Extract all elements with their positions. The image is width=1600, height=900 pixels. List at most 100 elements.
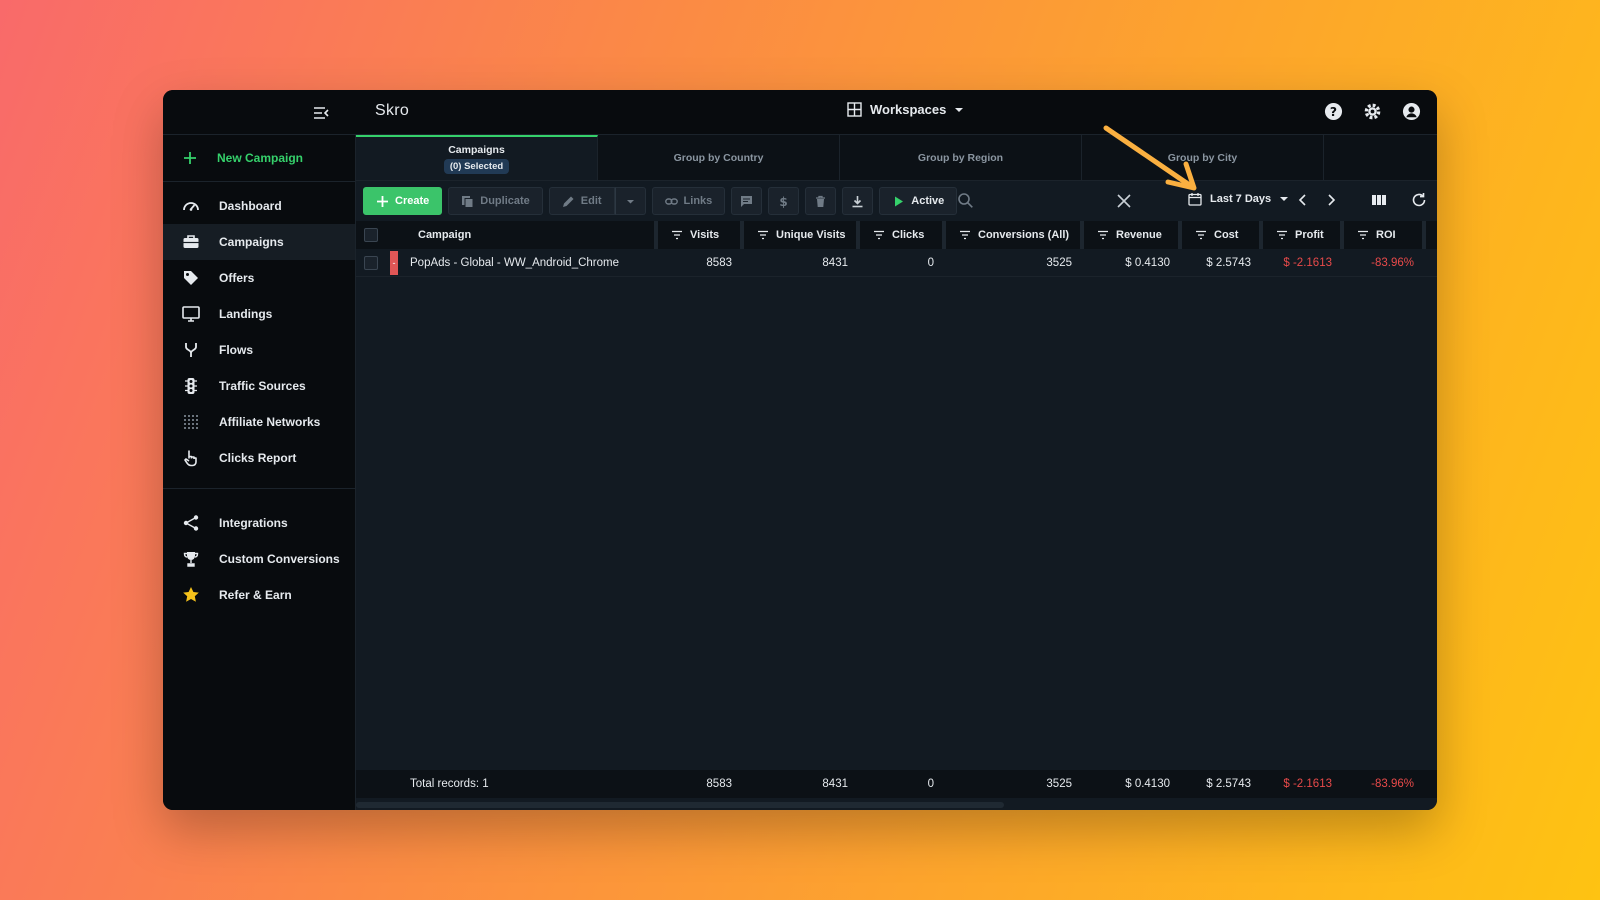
total-roi: -83.96% [1371, 778, 1414, 790]
brand-logo[interactable]: Skro [375, 102, 409, 120]
column-resizer[interactable] [1422, 221, 1426, 249]
cell-clicks: 0 [927, 257, 934, 269]
select-all-checkbox[interactable] [364, 228, 378, 242]
links-label: Links [683, 195, 713, 207]
tab-group-by-region[interactable]: Group by Region [840, 135, 1082, 180]
column-header-campaign[interactable]: Campaign [418, 221, 471, 249]
account-icon[interactable] [1402, 102, 1421, 121]
column-header-cost[interactable]: Cost [1196, 221, 1238, 249]
update-cost-button[interactable]: $ [768, 187, 800, 215]
new-campaign-label: New Campaign [217, 151, 304, 165]
sidebar-item-landings[interactable]: Landings [163, 296, 355, 332]
pointer-hand-icon [184, 450, 197, 467]
help-icon[interactable]: ? [1324, 102, 1343, 121]
sidebar-item-label: Affiliate Networks [219, 415, 321, 429]
total-cost: $ 2.5743 [1206, 778, 1251, 790]
sidebar-item-offers[interactable]: Offers [163, 260, 355, 296]
sidebar-item-integrations[interactable]: Integrations [163, 505, 355, 541]
edit-split-button: Edit [548, 187, 646, 215]
new-campaign-button[interactable]: New Campaign [163, 135, 355, 182]
briefcase-icon [183, 235, 199, 248]
filter-icon [1196, 230, 1206, 240]
sidebar-item-label: Custom Conversions [219, 552, 340, 566]
share-icon [183, 515, 199, 531]
edit-button[interactable]: Edit [548, 187, 615, 215]
select-all-checkbox-wrap [364, 221, 378, 249]
links-button[interactable]: Links [651, 187, 726, 215]
tab-label: Group by Region [917, 151, 1004, 164]
plus-icon [184, 152, 196, 164]
menu-collapse-icon[interactable] [312, 104, 330, 122]
cell-campaign-name[interactable]: PopAds - Global - WW_Android_Chrome [410, 249, 619, 277]
sidebar-item-refer-earn[interactable]: Refer & Earn [163, 577, 355, 613]
filter-icon [1098, 230, 1108, 240]
caret-down-icon [1280, 197, 1289, 201]
traffic-light-icon [185, 378, 197, 394]
create-label: Create [395, 195, 430, 207]
dollar-icon: $ [780, 195, 788, 208]
notes-button[interactable] [731, 187, 763, 215]
status-filter-button[interactable]: Active [879, 187, 958, 215]
sidebar-item-dashboard[interactable]: Dashboard [163, 188, 355, 224]
duplicate-label: Duplicate [480, 195, 530, 207]
star-icon [183, 587, 199, 602]
sidebar-item-custom-conversions[interactable]: Custom Conversions [163, 541, 355, 577]
sidebar-item-affiliate-networks[interactable]: Affiliate Networks [163, 404, 355, 440]
filter-icon [874, 230, 884, 240]
column-resizer[interactable] [1080, 221, 1084, 249]
column-resizer[interactable] [654, 221, 658, 249]
column-header-roi[interactable]: ROI [1358, 221, 1396, 249]
comment-icon [741, 195, 753, 207]
delete-button[interactable] [805, 187, 837, 215]
create-button[interactable]: Create [363, 187, 443, 215]
column-header-revenue[interactable]: Revenue [1098, 221, 1162, 249]
sidebar-item-label: Landings [219, 307, 273, 321]
tab-bar: Campaigns (0) Selected Group by Country … [356, 135, 1437, 181]
column-header-conversions[interactable]: Conversions (All) [960, 221, 1069, 249]
sidebar-item-label: Clicks Report [219, 451, 297, 465]
horizontal-scrollbar[interactable] [356, 802, 1004, 808]
filter-icon [758, 230, 768, 240]
sidebar-item-flows[interactable]: Flows [163, 332, 355, 368]
workspaces-dropdown[interactable]: Workspaces [847, 102, 964, 117]
columns-icon[interactable] [1371, 192, 1387, 208]
sidebar-item-clicks-report[interactable]: Clicks Report [163, 440, 355, 476]
tab-campaigns[interactable]: Campaigns (0) Selected [356, 135, 598, 180]
column-resizer[interactable] [856, 221, 860, 249]
row-checkbox[interactable] [364, 256, 378, 270]
grid-icon [847, 102, 862, 117]
tab-group-by-country[interactable]: Group by Country [598, 135, 840, 180]
sidebar-item-label: Traffic Sources [219, 379, 306, 393]
sidebar-item-label: Integrations [219, 516, 288, 530]
edit-label: Edit [580, 195, 602, 207]
svg-text:$: $ [780, 195, 788, 208]
caret-down-icon [955, 107, 964, 112]
search-icon[interactable] [957, 192, 974, 209]
sidebar-divider [163, 488, 355, 489]
table-row[interactable]: - PopAds - Global - WW_Android_Chrome 85… [356, 249, 1437, 277]
column-resizer[interactable] [740, 221, 744, 249]
copy-icon [462, 195, 474, 208]
column-header-profit[interactable]: Profit [1277, 221, 1324, 249]
chevron-left-icon[interactable] [1296, 193, 1310, 207]
column-header-clicks[interactable]: Clicks [874, 221, 924, 249]
annotation-arrow-icon [1103, 125, 1197, 191]
download-button[interactable] [842, 187, 874, 215]
column-resizer[interactable] [1259, 221, 1263, 249]
column-header-visits[interactable]: Visits [672, 221, 719, 249]
edit-dropdown-button[interactable] [614, 187, 646, 215]
sidebar-item-label: Refer & Earn [219, 588, 292, 602]
total-clicks: 0 [927, 778, 934, 790]
column-resizer[interactable] [942, 221, 946, 249]
settings-gear-icon[interactable] [1363, 102, 1382, 121]
column-header-unique-visits[interactable]: Unique Visits [758, 221, 845, 249]
column-resizer[interactable] [1178, 221, 1182, 249]
sidebar-item-traffic-sources[interactable]: Traffic Sources [163, 368, 355, 404]
duplicate-button[interactable]: Duplicate [448, 187, 543, 215]
filter-icon [960, 230, 970, 240]
chevron-right-icon[interactable] [1324, 193, 1338, 207]
fork-icon [185, 343, 197, 357]
sidebar-item-campaigns[interactable]: Campaigns [163, 224, 355, 260]
refresh-icon[interactable] [1411, 192, 1427, 208]
column-resizer[interactable] [1340, 221, 1344, 249]
